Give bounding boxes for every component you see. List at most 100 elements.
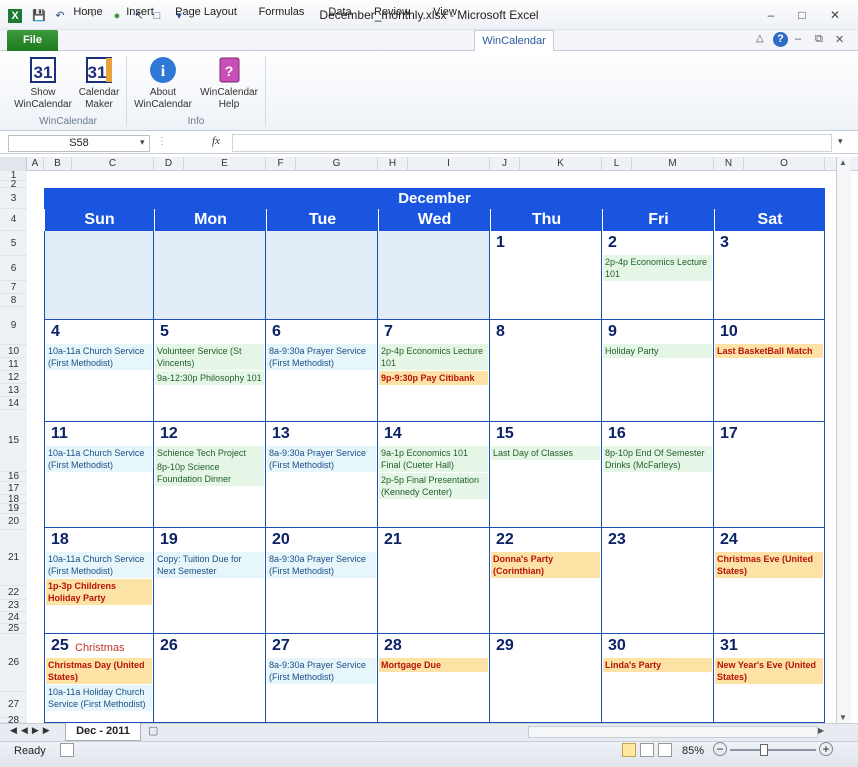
calendar-event[interactable]: Copy: Tuition Due for Next Semester [155, 552, 264, 578]
tab-page-layout[interactable]: Page Layout [173, 3, 239, 21]
calendar-event[interactable]: Linda's Party [603, 658, 712, 672]
calendar-event[interactable]: 2p-4p Economics Lecture 101 [603, 255, 712, 281]
row-header[interactable]: 13 [0, 384, 27, 397]
about-wincalendar-button[interactable]: i About WinCalendar [130, 55, 196, 117]
zoom-slider-track[interactable] [730, 749, 816, 751]
calendar-day-cell[interactable]: 14 9a-1p Economics 101 Final (Cueter Hall… [378, 422, 490, 528]
select-all-corner[interactable] [0, 157, 27, 171]
minimize-button[interactable]: – [760, 6, 782, 24]
row-header[interactable]: 15 [0, 410, 27, 472]
vertical-scrollbar[interactable] [836, 157, 851, 723]
calendar-event[interactable]: 9a-12:30p Philosophy 101 [155, 371, 264, 385]
zoom-out-button[interactable]: − [713, 742, 727, 756]
calendar-day-cell[interactable]: 27 8a-9:30a Prayer Service (First Methodi… [266, 634, 378, 723]
calendar-event[interactable]: 1p-3p Childrens Holiday Party [46, 579, 152, 605]
calendar-day-cell[interactable]: 3 [714, 231, 825, 320]
row-header[interactable]: 3 [0, 188, 27, 209]
function-fx-button[interactable]: fx [212, 135, 220, 147]
calendar-day-cell[interactable]: 20 8a-9:30a Prayer Service (First Methodi… [266, 528, 378, 634]
calendar-event[interactable]: 8a-9:30a Prayer Service (First Methodist… [267, 344, 376, 370]
page-layout-view-icon[interactable] [640, 743, 654, 757]
calendar-day-cell[interactable]: 26 [154, 634, 266, 723]
calendar-event[interactable]: 8p-10p Science Foundation Dinner [155, 460, 264, 486]
calendar-event[interactable]: Donna's Party (Corinthian) [491, 552, 600, 578]
calendar-event[interactable]: 8a-9:30a Prayer Service (First Methodist… [267, 658, 376, 684]
calendar-day-cell[interactable]: 31 New Year's Eve (United States) [714, 634, 825, 723]
row-header[interactable]: 6 [0, 256, 27, 281]
calendar-event[interactable]: Last Day of Classes [491, 446, 600, 460]
calendar-event[interactable]: 9p-9:30p Pay Citibank [379, 371, 488, 385]
zoom-level[interactable]: 85% [682, 745, 704, 757]
calendar-day-cell[interactable]: 21 [378, 528, 490, 634]
calendar-day-cell[interactable]: 2 2p-4p Economics Lecture 101 [602, 231, 714, 320]
calendar-day-cell[interactable]: 19 Copy: Tuition Due for Next Semester [154, 528, 266, 634]
tab-file[interactable]: File [7, 30, 58, 51]
calendar-day-cell[interactable]: 9 Holiday Party [602, 320, 714, 422]
macro-record-icon[interactable] [60, 743, 74, 757]
show-wincalendar-button[interactable]: 31 Show WinCalendar [12, 55, 74, 117]
calendar-event[interactable]: New Year's Eve (United States) [715, 658, 823, 684]
column-header[interactable]: F [266, 157, 296, 171]
row-header[interactable]: 21 [0, 530, 27, 586]
calendar-day-cell[interactable]: 23 [602, 528, 714, 634]
row-header[interactable]: 12 [0, 371, 27, 384]
row-header[interactable]: 7 [0, 281, 27, 294]
calendar-maker-button[interactable]: 31 Calendar Maker [74, 55, 124, 117]
calendar-event[interactable]: 8a-9:30a Prayer Service (First Methodist… [267, 552, 376, 578]
calendar-event[interactable]: 2p-5p Final Presentation (Kennedy Center… [379, 473, 488, 499]
column-header[interactable]: H [378, 157, 408, 171]
calendar-day-cell[interactable] [378, 231, 490, 320]
calendar-day-cell[interactable]: 6 8a-9:30a Prayer Service (First Methodis… [266, 320, 378, 422]
calendar-event[interactable]: 10a-11a Church Service (First Methodist) [46, 552, 152, 578]
sheet-nav-arrows-icon[interactable]: ◀◀▶▶ [10, 725, 54, 736]
column-header[interactable]: I [408, 157, 490, 171]
calendar-event[interactable]: Christmas Day (United States) [46, 658, 152, 684]
column-header[interactable]: O [744, 157, 825, 171]
calendar-day-cell[interactable]: 30 Linda's Party [602, 634, 714, 723]
column-header[interactable]: A [27, 157, 44, 171]
tab-insert[interactable]: Insert [120, 3, 160, 21]
calendar-event[interactable]: Last BasketBall Match [715, 344, 823, 358]
row-header[interactable]: 25 [0, 624, 27, 634]
column-header[interactable]: J [490, 157, 520, 171]
row-header[interactable]: 5 [0, 231, 27, 256]
calendar-day-cell[interactable] [266, 231, 378, 320]
column-header[interactable]: L [602, 157, 632, 171]
calendar-day-cell[interactable]: 13 8a-9:30a Prayer Service (First Methodi… [266, 422, 378, 528]
column-header[interactable]: N [714, 157, 744, 171]
calendar-day-cell[interactable] [44, 231, 154, 320]
close-button[interactable]: ✕ [824, 6, 846, 24]
calendar-day-cell[interactable]: 10 Last BasketBall Match [714, 320, 825, 422]
calendar-day-cell[interactable]: 5 Volunteer Service (St Vincents) 9a-12:30… [154, 320, 266, 422]
ribbon-collapse-icon[interactable]: △ [756, 33, 764, 44]
calendar-event[interactable]: 9a-1p Economics 101 Final (Cueter Hall) [379, 446, 488, 472]
row-header[interactable]: 2 [0, 180, 27, 190]
row-header[interactable]: 11 [0, 358, 27, 371]
save-icon[interactable]: 💾 [32, 9, 46, 23]
undo-icon[interactable]: ↶ [53, 9, 67, 23]
column-header[interactable]: G [296, 157, 378, 171]
calendar-day-cell[interactable]: 1 [490, 231, 602, 320]
calendar-event[interactable]: 8p-10p End Of Semester Drinks (McFarleys… [603, 446, 712, 472]
zoom-slider-thumb[interactable] [760, 744, 768, 756]
page-break-view-icon[interactable] [658, 743, 672, 757]
scroll-right-icon[interactable]: ▶ [818, 726, 824, 735]
calendar-day-cell[interactable]: 25 Christmas Christmas Day (United States)… [44, 634, 154, 723]
row-header[interactable]: 4 [0, 209, 27, 231]
calendar-day-cell[interactable]: 16 8p-10p End Of Semester Drinks (McFarle… [602, 422, 714, 528]
help-icon[interactable]: ? [773, 32, 788, 47]
row-header[interactable]: 16 [0, 472, 27, 482]
calendar-event[interactable]: Holiday Party [603, 344, 712, 358]
calendar-day-cell[interactable]: 15 Last Day of Classes [490, 422, 602, 528]
calendar-event[interactable]: Volunteer Service (St Vincents) [155, 344, 264, 370]
calendar-day-cell[interactable]: 24 Christmas Eve (United States) [714, 528, 825, 634]
row-header[interactable]: 14 [0, 397, 27, 410]
calendar-day-cell[interactable]: 22 Donna's Party (Corinthian) [490, 528, 602, 634]
row-header[interactable]: 10 [0, 345, 27, 358]
excel-logo-icon[interactable]: X [8, 9, 22, 23]
insert-sheet-icon[interactable]: ▢ [148, 724, 158, 737]
horizontal-scrollbar[interactable] [528, 726, 818, 738]
row-header[interactable]: 23 [0, 600, 27, 612]
maximize-button[interactable]: □ [791, 6, 813, 24]
calendar-day-cell[interactable] [154, 231, 266, 320]
